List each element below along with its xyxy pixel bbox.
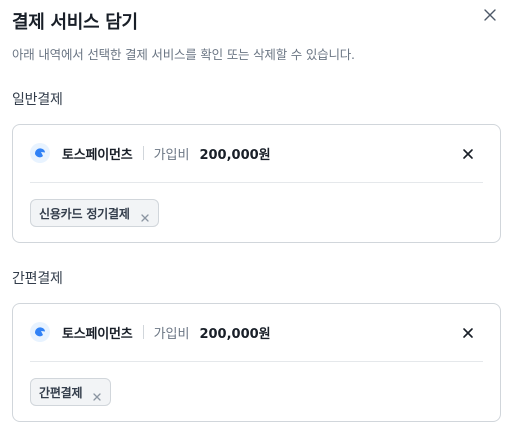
section-label-general-payment: 일반결제 xyxy=(12,92,63,108)
fee-label: 가입비 xyxy=(153,147,190,163)
dialog-title: 결제 서비스 담기 xyxy=(12,12,138,33)
remove-provider-icon[interactable] xyxy=(461,325,475,339)
dialog-subtitle: 아래 내역에서 선택한 결제 서비스를 확인 또는 삭제할 수 있습니다. xyxy=(12,47,355,62)
section-label-easy-payment: 간편결제 xyxy=(12,271,63,287)
divider xyxy=(142,146,144,160)
service-chip: 간편결제 xyxy=(30,378,112,406)
remove-chip-icon[interactable] xyxy=(140,208,150,222)
divider xyxy=(142,325,144,339)
card-divider xyxy=(30,361,483,362)
chip-label: 신용카드 정기결제 xyxy=(39,206,130,221)
payment-card-general: 토스페이먼츠 가입비 200,000원 신용카드 정기결제 xyxy=(12,124,501,243)
toss-logo-icon xyxy=(30,143,50,163)
payment-card-easy: 토스페이먼츠 가입비 200,000원 간편결제 xyxy=(12,303,501,422)
chip-label: 간편결제 xyxy=(39,385,83,400)
provider-name: 토스페이먼츠 xyxy=(62,147,133,163)
remove-provider-icon[interactable] xyxy=(461,146,475,160)
close-dialog-icon[interactable] xyxy=(481,6,499,24)
remove-chip-icon[interactable] xyxy=(92,387,102,401)
provider-name: 토스페이먼츠 xyxy=(62,326,133,342)
card-divider xyxy=(30,182,483,183)
provider-row: 토스페이먼츠 가입비 200,000원 xyxy=(30,321,483,343)
fee-label: 가입비 xyxy=(153,326,190,342)
toss-logo-icon xyxy=(30,322,50,342)
fee-value: 200,000원 xyxy=(199,326,271,342)
fee-value: 200,000원 xyxy=(199,147,271,163)
service-chip: 신용카드 정기결제 xyxy=(30,199,159,227)
provider-row: 토스페이먼츠 가입비 200,000원 xyxy=(30,142,483,164)
